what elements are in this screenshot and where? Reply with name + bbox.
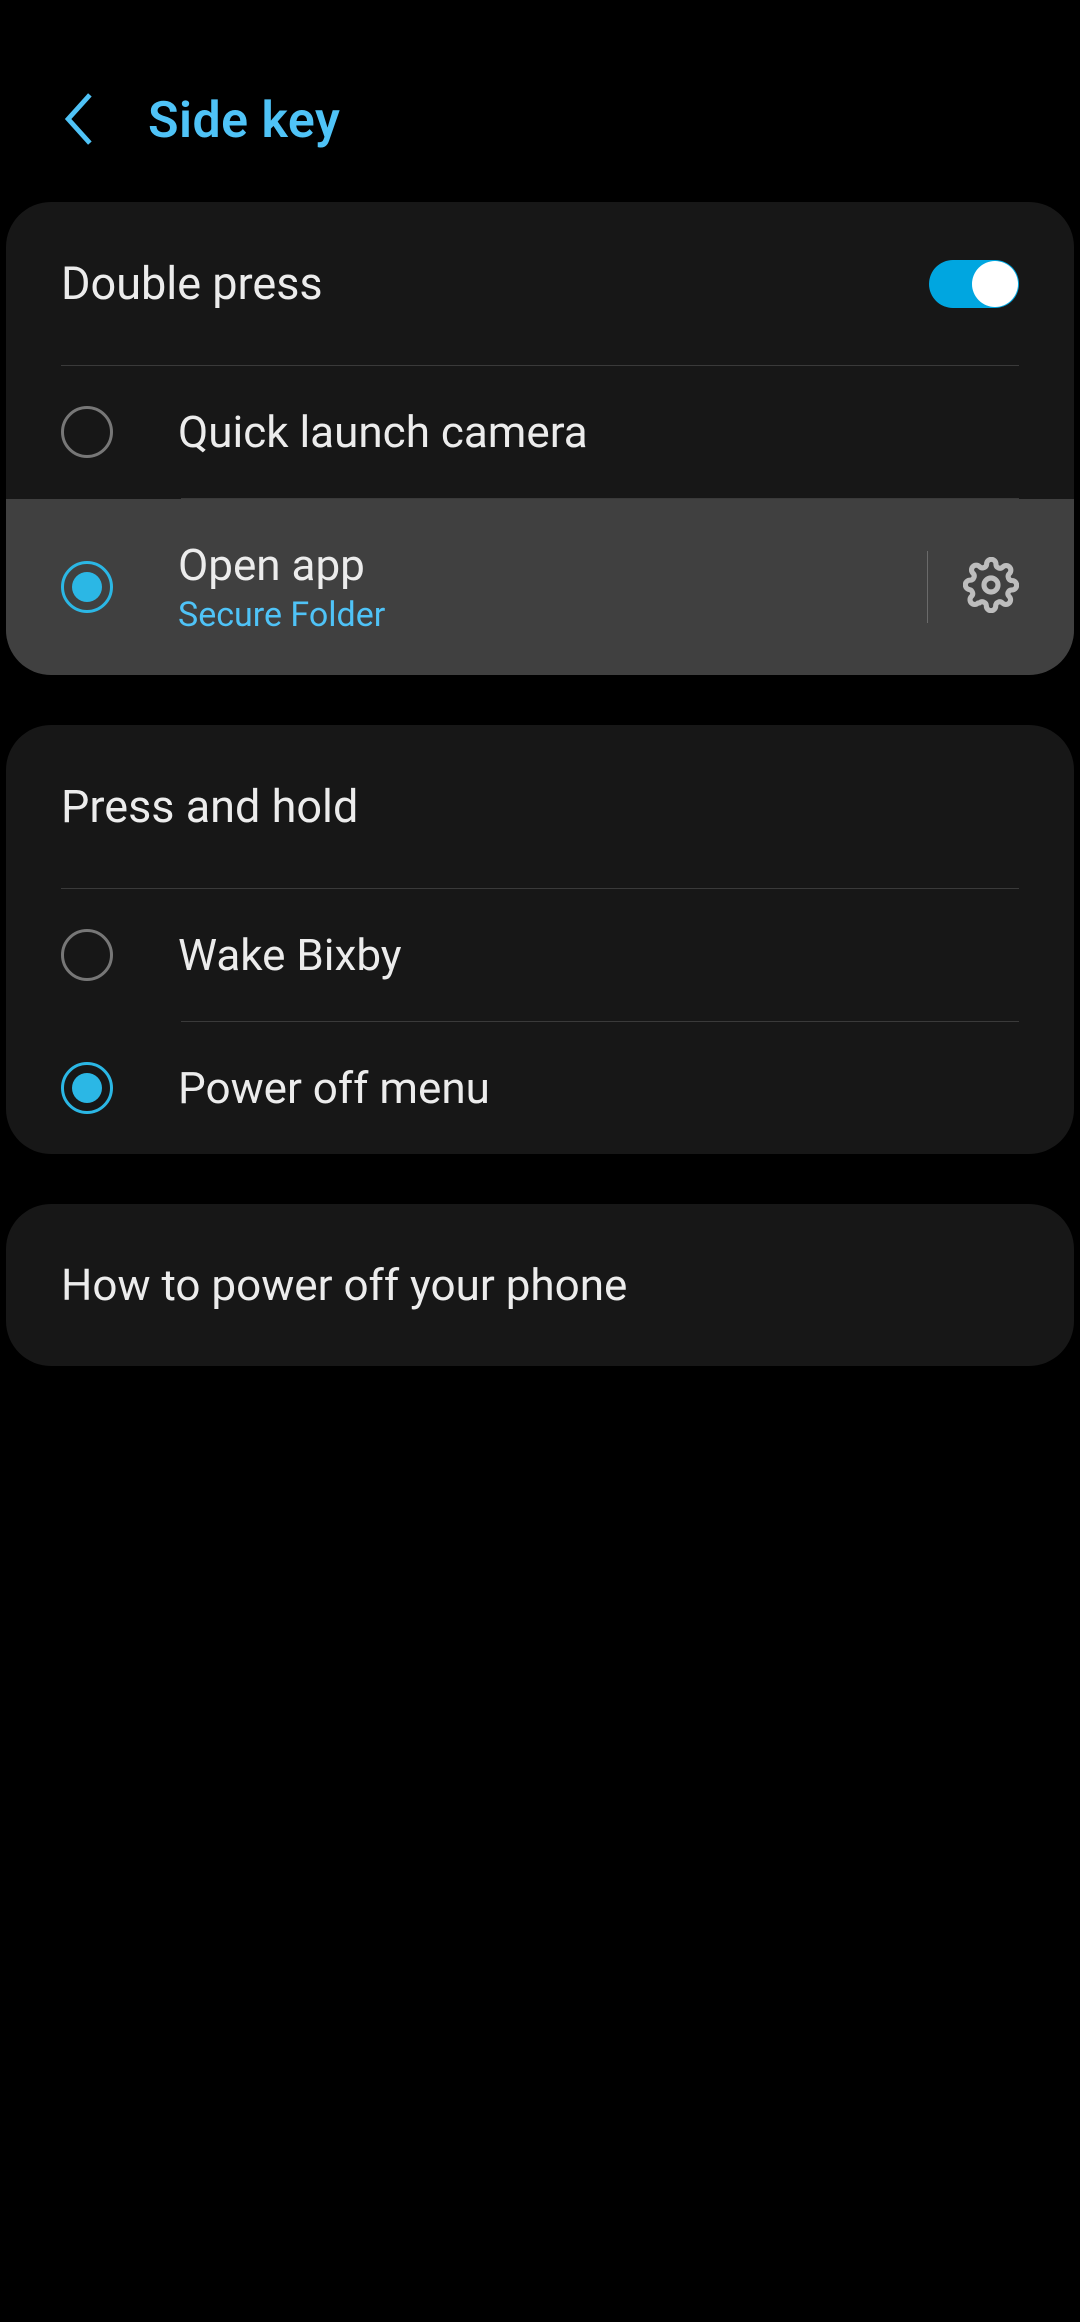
double-press-header: Double press: [6, 202, 1074, 365]
gear-icon: [963, 557, 1019, 617]
option-open-app[interactable]: Open app Secure Folder: [6, 499, 1074, 675]
option-texts: Quick launch camera: [178, 406, 1019, 458]
option-label-open-app: Open app: [178, 539, 927, 591]
double-press-toggle[interactable]: [929, 260, 1019, 308]
screen: Side key Double press Quick launch camer…: [0, 0, 1080, 1366]
option-label-power-off-menu: Power off menu: [178, 1062, 1019, 1114]
double-press-label: Double press: [61, 257, 323, 310]
option-texts: Wake Bixby: [178, 929, 1019, 981]
how-to-power-off-card[interactable]: How to power off your phone: [6, 1204, 1074, 1366]
option-sub-open-app: Secure Folder: [178, 595, 927, 635]
option-wake-bixby[interactable]: Wake Bixby: [6, 889, 1074, 1021]
back-icon[interactable]: [60, 90, 98, 152]
option-label-wake-bixby: Wake Bixby: [178, 929, 1019, 981]
option-texts: Power off menu: [178, 1062, 1019, 1114]
option-quick-launch-camera[interactable]: Quick launch camera: [6, 366, 1074, 498]
option-power-off-menu[interactable]: Power off menu: [6, 1022, 1074, 1154]
double-press-card: Double press Quick launch camera Open ap…: [6, 202, 1074, 675]
page-title: Side key: [148, 92, 340, 150]
open-app-settings-button[interactable]: [927, 551, 1019, 623]
radio-quick-launch-camera[interactable]: [61, 406, 113, 458]
press-hold-card: Press and hold Wake Bixby Power off menu: [6, 725, 1074, 1154]
radio-open-app[interactable]: [61, 561, 113, 613]
press-hold-label: Press and hold: [6, 725, 1074, 888]
option-texts: Open app Secure Folder: [178, 539, 927, 635]
option-label-quick-launch-camera: Quick launch camera: [178, 406, 1019, 458]
how-to-power-off-label: How to power off your phone: [61, 1259, 627, 1311]
toggle-knob: [972, 261, 1018, 307]
radio-wake-bixby[interactable]: [61, 929, 113, 981]
radio-power-off-menu[interactable]: [61, 1062, 113, 1114]
header-bar: Side key: [0, 0, 1080, 202]
info-row: How to power off your phone: [6, 1204, 1074, 1366]
